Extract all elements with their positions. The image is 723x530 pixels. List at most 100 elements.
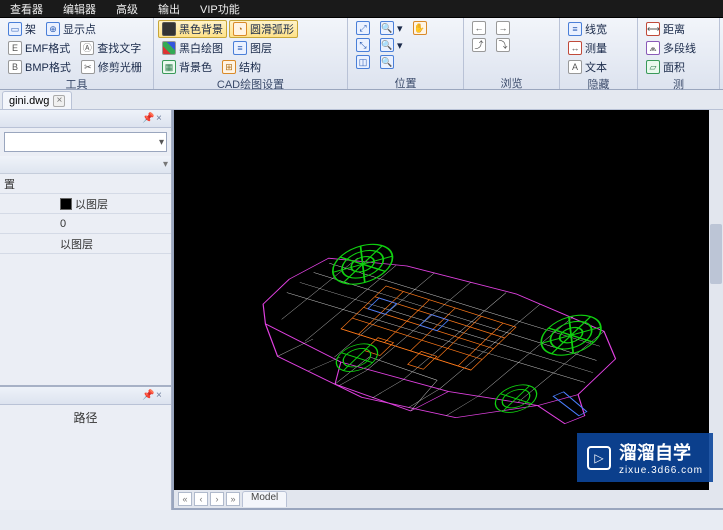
- prop-row[interactable]: 置: [0, 174, 171, 194]
- file-tab-row: gini.dwg ×: [0, 90, 723, 110]
- cad-bgcolor[interactable]: ▦背景色: [158, 58, 216, 76]
- extent-icon: ⤡: [356, 38, 370, 52]
- area-icon: ▱: [646, 60, 660, 74]
- pos-zoomout[interactable]: 🔍▾: [376, 37, 407, 53]
- pin-icon[interactable]: 📌: [142, 390, 154, 402]
- menu-editor[interactable]: 编辑器: [53, 1, 106, 17]
- tool-showpoint[interactable]: ⊕显示点: [42, 20, 100, 38]
- prop-row[interactable]: 以图层: [0, 194, 171, 214]
- close-icon[interactable]: ×: [53, 95, 65, 107]
- file-tab-label: gini.dwg: [9, 95, 49, 107]
- cad-smootharc[interactable]: ◔圆滑弧形: [229, 20, 298, 38]
- menu-bar: 查看器 编辑器 高级 输出 VIP功能: [0, 0, 723, 18]
- watermark-url: zixue.3d66.com: [619, 465, 703, 476]
- next-icon: →: [496, 21, 510, 35]
- up-icon: ⤴: [472, 38, 486, 52]
- cad-structure[interactable]: ⊞结构: [218, 58, 265, 76]
- view-up[interactable]: ⤴: [468, 37, 490, 53]
- watermark-brand: 溜溜自学: [619, 443, 691, 463]
- model-tabs-bar: « ‹ › » Model: [174, 490, 723, 508]
- bmp-icon: B: [8, 60, 22, 74]
- cad-bwdraw[interactable]: 黑白绘图: [158, 39, 227, 57]
- struct-icon: ⊞: [222, 60, 236, 74]
- text-icon: A: [568, 60, 582, 74]
- pos-zoom[interactable]: 🔍▾: [376, 20, 407, 36]
- prev-icon: ←: [472, 21, 486, 35]
- play-logo-icon: ▷: [587, 446, 611, 470]
- prop-row[interactable]: 以图层: [0, 234, 171, 254]
- model-tab[interactable]: Model: [242, 491, 287, 507]
- down-icon: ⤵: [496, 38, 510, 52]
- tab-next-icon[interactable]: ›: [210, 492, 224, 506]
- tab-first-icon[interactable]: «: [178, 492, 192, 506]
- emf-icon: E: [8, 41, 22, 55]
- pos-extent[interactable]: ⤡: [352, 37, 374, 53]
- hide-measure[interactable]: ↔测量: [564, 39, 611, 57]
- find-icon: Ⓐ: [80, 41, 94, 55]
- tool-crop[interactable]: ✂修剪光栅: [77, 58, 146, 76]
- pos-fit[interactable]: ⤢: [352, 20, 374, 36]
- dist-icon: ⟷: [646, 22, 660, 36]
- tab-prev-icon[interactable]: ‹: [194, 492, 208, 506]
- meas-dist[interactable]: ⟷距离: [642, 20, 689, 38]
- pos-pan[interactable]: ✋: [409, 20, 431, 36]
- pan-icon: ✋: [413, 21, 427, 35]
- combo-select[interactable]: ▾: [4, 132, 167, 152]
- menu-vip[interactable]: VIP功能: [190, 1, 250, 17]
- pin-icon[interactable]: 📌: [142, 113, 154, 125]
- menu-output[interactable]: 输出: [148, 1, 190, 17]
- bgcolor-icon: ▦: [162, 60, 176, 74]
- close-panel-icon[interactable]: ×: [156, 390, 168, 402]
- tool-frame[interactable]: ▭架: [4, 20, 40, 38]
- tool-emf[interactable]: EEMF格式: [4, 39, 74, 57]
- menu-advanced[interactable]: 高级: [106, 1, 148, 17]
- cad-drawing: [209, 155, 689, 435]
- crop-icon: ✂: [81, 60, 95, 74]
- cad-viewport[interactable]: « ‹ › » Model ▷ 溜溜自学 zixue.3d66.com: [172, 110, 723, 510]
- caret-icon[interactable]: ▾: [163, 159, 168, 170]
- zoomout-icon: 🔍: [380, 38, 394, 52]
- color-swatch: [60, 198, 72, 210]
- layers-icon: ≡: [233, 41, 247, 55]
- pos-window[interactable]: ◫: [352, 54, 374, 70]
- pos-zoomprev[interactable]: 🔍: [376, 54, 398, 70]
- tool-bmp[interactable]: BBMP格式: [4, 58, 75, 76]
- bw-icon: [162, 41, 176, 55]
- tab-last-icon[interactable]: »: [226, 492, 240, 506]
- zprev-icon: 🔍: [380, 55, 394, 69]
- tool-findtext[interactable]: Ⓐ查找文字: [76, 39, 145, 57]
- zwindow-icon: ◫: [356, 55, 370, 69]
- meas-icon: ↔: [568, 41, 582, 55]
- cad-blackbg[interactable]: 黑色背景: [158, 20, 227, 38]
- zoom-icon: 🔍: [380, 21, 394, 35]
- poly-icon: ⩕: [646, 41, 660, 55]
- menu-viewer[interactable]: 查看器: [0, 1, 53, 17]
- watermark: ▷ 溜溜自学 zixue.3d66.com: [577, 433, 713, 482]
- group-view-label: 浏览: [468, 75, 555, 89]
- prop-row[interactable]: 0: [0, 214, 171, 234]
- lw-icon: ≡: [568, 22, 582, 36]
- meas-polyline[interactable]: ⩕多段线: [642, 39, 700, 57]
- arc-icon: ◔: [233, 22, 247, 36]
- cad-layers[interactable]: ≡图层: [229, 39, 276, 57]
- fit-icon: ⤢: [356, 21, 370, 35]
- group-pos-label: 位置: [352, 75, 459, 89]
- close-panel-icon[interactable]: ×: [156, 113, 168, 125]
- group-hide-label: 隐藏: [564, 76, 633, 90]
- hide-lineweight[interactable]: ≡线宽: [564, 20, 611, 38]
- file-tab[interactable]: gini.dwg ×: [2, 91, 72, 109]
- group-tools-label: 工具: [4, 76, 149, 90]
- path-label: 路径: [0, 405, 171, 430]
- properties-list: ▾ 置 以图层 0 以图层: [0, 156, 171, 254]
- left-panel: 📌 × ▾ ▾ 置 以图层 0 以图层 📌× 路径: [0, 110, 172, 510]
- frame-icon: ▭: [8, 22, 22, 36]
- view-down[interactable]: ⤵: [492, 37, 514, 53]
- view-next[interactable]: →: [492, 20, 514, 36]
- view-prev[interactable]: ←: [468, 20, 490, 36]
- group-cad-label: CAD绘图设置: [158, 76, 343, 90]
- group-meas-label: 测: [642, 76, 715, 90]
- blackbg-icon: [162, 22, 176, 36]
- meas-area[interactable]: ▱面积: [642, 58, 689, 76]
- panel-header: 📌 ×: [0, 110, 171, 128]
- hide-text[interactable]: A文本: [564, 58, 611, 76]
